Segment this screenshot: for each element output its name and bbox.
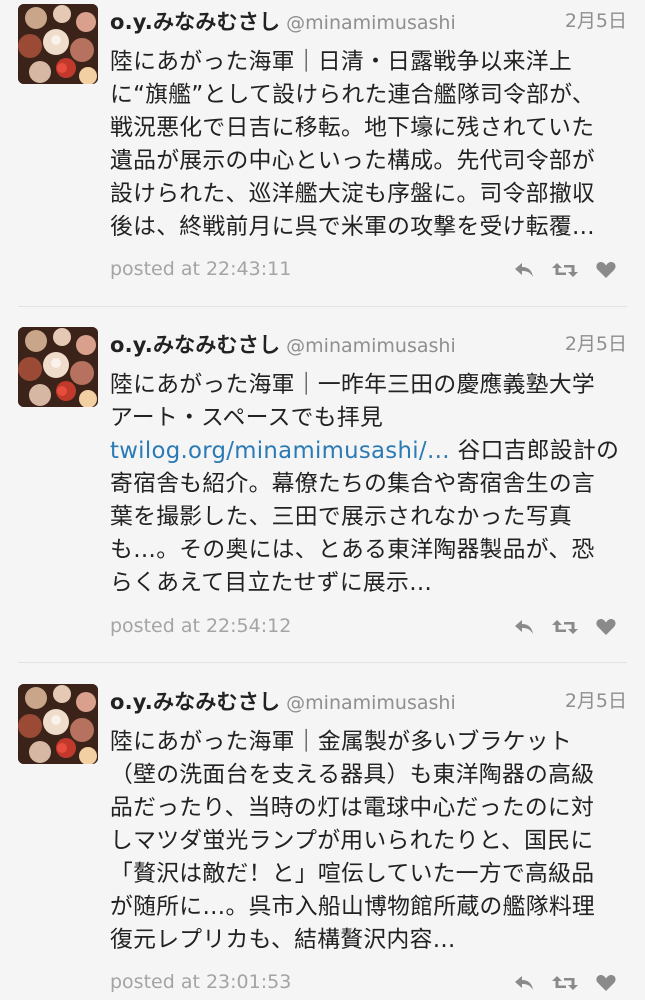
tweet-text-fragment: 谷口吉郎設計の xyxy=(449,438,620,464)
tweet-text-line: アート・スペースでも拝見 xyxy=(110,405,384,431)
tweet-footer: posted at 22:54:12 xyxy=(110,615,617,645)
tweet-actions xyxy=(513,973,617,993)
tweet-header: o.y.みなみむさし @minamimusashi 2月5日 xyxy=(110,6,627,36)
tweet-text-line: （壁の洗面台を支える器具）も東洋陶器の高級 xyxy=(110,762,595,788)
divider xyxy=(18,306,627,307)
tweet-item[interactable]: o.y.みなみむさし @minamimusashi 2月5日 陸にあがった海軍｜一… xyxy=(0,327,645,652)
tweet-date: 2月5日 xyxy=(564,690,627,712)
tweet-text: 陸にあがった海軍｜日清・日露戦争以来洋上 に“旗艦”として設けられた連合艦隊司令… xyxy=(110,46,635,244)
tweet-text-line: 陸にあがった海軍｜日清・日露戦争以来洋上 xyxy=(110,49,572,75)
divider xyxy=(18,662,627,663)
tweet-text-line: 陸にあがった海軍｜金属製が多いブラケット xyxy=(110,729,572,755)
tweet-text-line: 品だったり、当時の灯は電球中心だったのに対 xyxy=(110,795,595,821)
tweet-actions xyxy=(513,617,617,637)
tweet-text-line: 後は、終戦前月に呉で米軍の攻撃を受け転覆… xyxy=(110,214,596,240)
reply-icon[interactable] xyxy=(513,260,535,280)
user-handle[interactable]: @minamimusashi xyxy=(286,692,456,714)
tweet-footer: posted at 22:43:11 xyxy=(110,258,617,288)
tweet-item[interactable]: o.y.みなみむさし @minamimusashi 2月5日 陸にあがった海軍｜金… xyxy=(0,684,645,1000)
heart-icon[interactable] xyxy=(595,617,617,637)
tweet-actions xyxy=(513,260,617,280)
tweet-text-line: 復元レプリカも、結構贅沢内容… xyxy=(110,927,456,953)
heart-icon[interactable] xyxy=(595,973,617,993)
user-handle[interactable]: @minamimusashi xyxy=(286,12,456,34)
tweet-date: 2月5日 xyxy=(564,333,627,355)
tweet-text-line: 「贅沢は敵だ！と」喧伝していた一方で高級品 xyxy=(110,861,595,887)
posted-time: posted at 22:43:11 xyxy=(110,258,292,280)
timeline: o.y.みなみむさし @minamimusashi 2月5日 陸にあがった海軍｜日… xyxy=(0,0,645,1000)
tweet-text-line: も…。その奥には、とある東洋陶器製品が、恐 xyxy=(110,537,595,563)
retweet-icon[interactable] xyxy=(551,973,579,993)
tweet-text-line: が随所に…。呉市入船山博物館所蔵の艦隊料理 xyxy=(110,894,596,920)
user-name[interactable]: o.y.みなみむさし xyxy=(110,10,280,34)
tweet-text: 陸にあがった海軍｜一昨年三田の慶應義塾大学 アート・スペースでも拝見 twilo… xyxy=(110,369,635,600)
tweet-text-line: 設けられた、巡洋艦大淀も序盤に。司令部撤収 xyxy=(110,181,596,207)
reply-icon[interactable] xyxy=(513,973,535,993)
tweet-text-line: 寄宿舎も紹介。幕僚たちの集合や寄宿舎生の言 xyxy=(110,471,596,497)
avatar-image xyxy=(18,4,98,84)
tweet-header: o.y.みなみむさし @minamimusashi 2月5日 xyxy=(110,329,627,359)
tweet-footer: posted at 23:01:53 xyxy=(110,971,617,1000)
user-name[interactable]: o.y.みなみむさし xyxy=(110,690,280,714)
tweet-text-line: 葉を撮影した、三田で展示されなかった写真 xyxy=(110,504,572,530)
tweet-text: 陸にあがった海軍｜金属製が多いブラケット （壁の洗面台を支える器具）も東洋陶器の… xyxy=(110,726,635,957)
tweet-link[interactable]: twilog.org/minamimusashi/… xyxy=(110,438,450,464)
avatar[interactable] xyxy=(18,684,98,764)
tweet-text-line: に“旗艦”として設けられた連合艦隊司令部が、 xyxy=(110,82,596,108)
retweet-icon[interactable] xyxy=(551,260,579,280)
posted-time: posted at 22:54:12 xyxy=(110,615,292,637)
tweet-date: 2月5日 xyxy=(564,10,627,32)
avatar-image xyxy=(18,327,98,407)
heart-icon[interactable] xyxy=(595,260,617,280)
avatar[interactable] xyxy=(18,327,98,407)
tweet-text-line: 遺品が展示の中心といった構成。先代司令部が xyxy=(110,148,596,174)
tweet-header: o.y.みなみむさし @minamimusashi 2月5日 xyxy=(110,686,627,716)
tweet-text-line: しマツダ蛍光ランプが用いられたりと、国民に xyxy=(110,828,594,854)
user-name[interactable]: o.y.みなみむさし xyxy=(110,333,280,357)
reply-icon[interactable] xyxy=(513,617,535,637)
avatar[interactable] xyxy=(18,4,98,84)
tweet-item[interactable]: o.y.みなみむさし @minamimusashi 2月5日 陸にあがった海軍｜日… xyxy=(0,4,645,300)
tweet-text-line: らくあえて目立たせずに展示… xyxy=(110,570,433,596)
user-handle[interactable]: @minamimusashi xyxy=(286,335,456,357)
retweet-icon[interactable] xyxy=(551,617,579,637)
tweet-text-line-with-link: twilog.org/minamimusashi/… 谷口吉郎設計の xyxy=(110,435,635,468)
tweet-text-line: 陸にあがった海軍｜一昨年三田の慶應義塾大学 xyxy=(110,372,596,398)
avatar-image xyxy=(18,684,98,764)
posted-time: posted at 23:01:53 xyxy=(110,971,292,993)
tweet-text-line: 戦況悪化で日吉に移転。地下壕に残されていた xyxy=(110,115,595,141)
